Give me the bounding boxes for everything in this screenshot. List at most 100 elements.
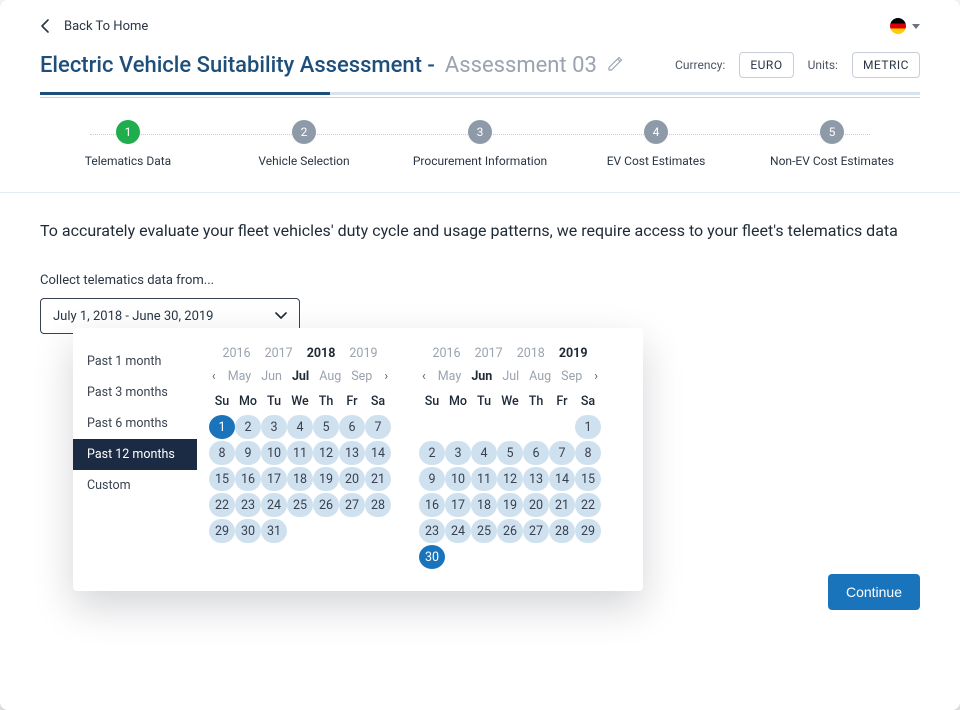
step-2[interactable]: 2Vehicle Selection (216, 120, 392, 168)
day-cell[interactable]: 15 (209, 467, 235, 491)
step-4[interactable]: 4EV Cost Estimates (568, 120, 744, 168)
year-option[interactable]: 2019 (349, 346, 377, 361)
day-cell[interactable]: 23 (235, 493, 261, 517)
edit-title-button[interactable] (607, 53, 623, 78)
day-cell[interactable]: 21 (365, 467, 391, 491)
day-cell[interactable]: 23 (419, 519, 445, 543)
day-cell[interactable]: 15 (575, 467, 601, 491)
day-cell[interactable]: 19 (313, 467, 339, 491)
day-cell[interactable]: 8 (209, 441, 235, 465)
day-cell[interactable]: 18 (287, 467, 313, 491)
day-cell[interactable]: 29 (209, 519, 235, 543)
prev-month-button[interactable]: ‹ (420, 369, 428, 384)
preset-option[interactable]: Past 12 months (73, 439, 197, 470)
prev-month-button[interactable]: ‹ (210, 369, 218, 384)
day-cell[interactable]: 25 (287, 493, 313, 517)
day-cell[interactable]: 24 (261, 493, 287, 517)
day-cell[interactable]: 25 (471, 519, 497, 543)
month-option[interactable]: May (228, 369, 252, 384)
day-cell[interactable]: 6 (523, 441, 549, 465)
month-option[interactable]: Jun (261, 369, 282, 384)
day-cell[interactable]: 3 (261, 415, 287, 439)
day-cell[interactable]: 8 (575, 441, 601, 465)
day-cell[interactable]: 28 (549, 519, 575, 543)
day-cell[interactable]: 30 (235, 519, 261, 543)
year-option[interactable]: 2019 (559, 346, 588, 361)
month-option[interactable]: Sep (351, 369, 372, 384)
day-cell[interactable]: 18 (471, 493, 497, 517)
year-option[interactable]: 2016 (222, 346, 250, 361)
year-option[interactable]: 2018 (307, 346, 336, 361)
day-cell[interactable]: 1 (575, 415, 601, 439)
back-to-home-link[interactable]: Back To Home (40, 19, 148, 34)
day-cell[interactable]: 13 (523, 467, 549, 491)
day-cell[interactable]: 13 (339, 441, 365, 465)
day-cell[interactable]: 27 (523, 519, 549, 543)
day-cell[interactable]: 1 (209, 415, 235, 439)
step-1[interactable]: 1Telematics Data (40, 120, 216, 168)
day-cell[interactable]: 20 (339, 467, 365, 491)
day-cell[interactable]: 19 (497, 493, 523, 517)
day-cell[interactable]: 31 (261, 519, 287, 543)
day-cell[interactable]: 10 (445, 467, 471, 491)
year-option[interactable]: 2017 (265, 346, 293, 361)
day-cell[interactable]: 14 (549, 467, 575, 491)
day-cell[interactable]: 12 (313, 441, 339, 465)
day-cell[interactable]: 17 (445, 493, 471, 517)
day-cell[interactable]: 10 (261, 441, 287, 465)
title-underline (40, 92, 920, 95)
day-cell[interactable]: 16 (235, 467, 261, 491)
month-option[interactable]: Aug (319, 369, 341, 384)
year-option[interactable]: 2016 (432, 346, 460, 361)
month-option[interactable]: Jul (292, 369, 309, 384)
month-option[interactable]: Jun (471, 369, 492, 384)
day-cell[interactable]: 9 (235, 441, 261, 465)
day-cell[interactable]: 14 (365, 441, 391, 465)
day-cell[interactable]: 24 (445, 519, 471, 543)
day-cell[interactable]: 7 (549, 441, 575, 465)
day-cell[interactable]: 22 (209, 493, 235, 517)
day-cell[interactable]: 28 (365, 493, 391, 517)
day-cell[interactable]: 2 (419, 441, 445, 465)
day-cell[interactable]: 22 (575, 493, 601, 517)
day-cell[interactable]: 29 (575, 519, 601, 543)
day-cell[interactable]: 26 (497, 519, 523, 543)
month-option[interactable]: May (438, 369, 462, 384)
currency-select[interactable]: EURO (739, 52, 793, 78)
day-cell[interactable]: 6 (339, 415, 365, 439)
day-cell[interactable]: 2 (235, 415, 261, 439)
day-cell[interactable]: 5 (497, 441, 523, 465)
month-option[interactable]: Sep (561, 369, 582, 384)
preset-option[interactable]: Past 1 month (73, 346, 197, 377)
day-cell[interactable]: 3 (445, 441, 471, 465)
month-option[interactable]: Jul (502, 369, 519, 384)
next-month-button[interactable]: › (592, 369, 600, 384)
day-cell[interactable]: 30 (419, 545, 445, 569)
day-cell[interactable]: 27 (339, 493, 365, 517)
step-5[interactable]: 5Non-EV Cost Estimates (744, 120, 920, 168)
day-cell[interactable]: 4 (471, 441, 497, 465)
year-option[interactable]: 2018 (517, 346, 545, 361)
day-cell[interactable]: 5 (313, 415, 339, 439)
continue-button[interactable]: Continue (828, 574, 920, 610)
step-3[interactable]: 3Procurement Information (392, 120, 568, 168)
day-cell[interactable]: 11 (287, 441, 313, 465)
day-cell[interactable]: 11 (471, 467, 497, 491)
month-option[interactable]: Aug (529, 369, 551, 384)
preset-option[interactable]: Past 6 months (73, 408, 197, 439)
day-cell[interactable]: 12 (497, 467, 523, 491)
language-selector[interactable] (890, 18, 920, 34)
day-cell[interactable]: 7 (365, 415, 391, 439)
day-cell[interactable]: 20 (523, 493, 549, 517)
year-option[interactable]: 2017 (475, 346, 503, 361)
day-cell[interactable]: 9 (419, 467, 445, 491)
day-cell[interactable]: 17 (261, 467, 287, 491)
day-cell[interactable]: 16 (419, 493, 445, 517)
day-cell[interactable]: 26 (313, 493, 339, 517)
day-cell[interactable]: 21 (549, 493, 575, 517)
preset-option[interactable]: Past 3 months (73, 377, 197, 408)
next-month-button[interactable]: › (382, 369, 390, 384)
units-select[interactable]: METRIC (852, 52, 920, 78)
day-cell[interactable]: 4 (287, 415, 313, 439)
preset-option[interactable]: Custom (73, 470, 197, 501)
